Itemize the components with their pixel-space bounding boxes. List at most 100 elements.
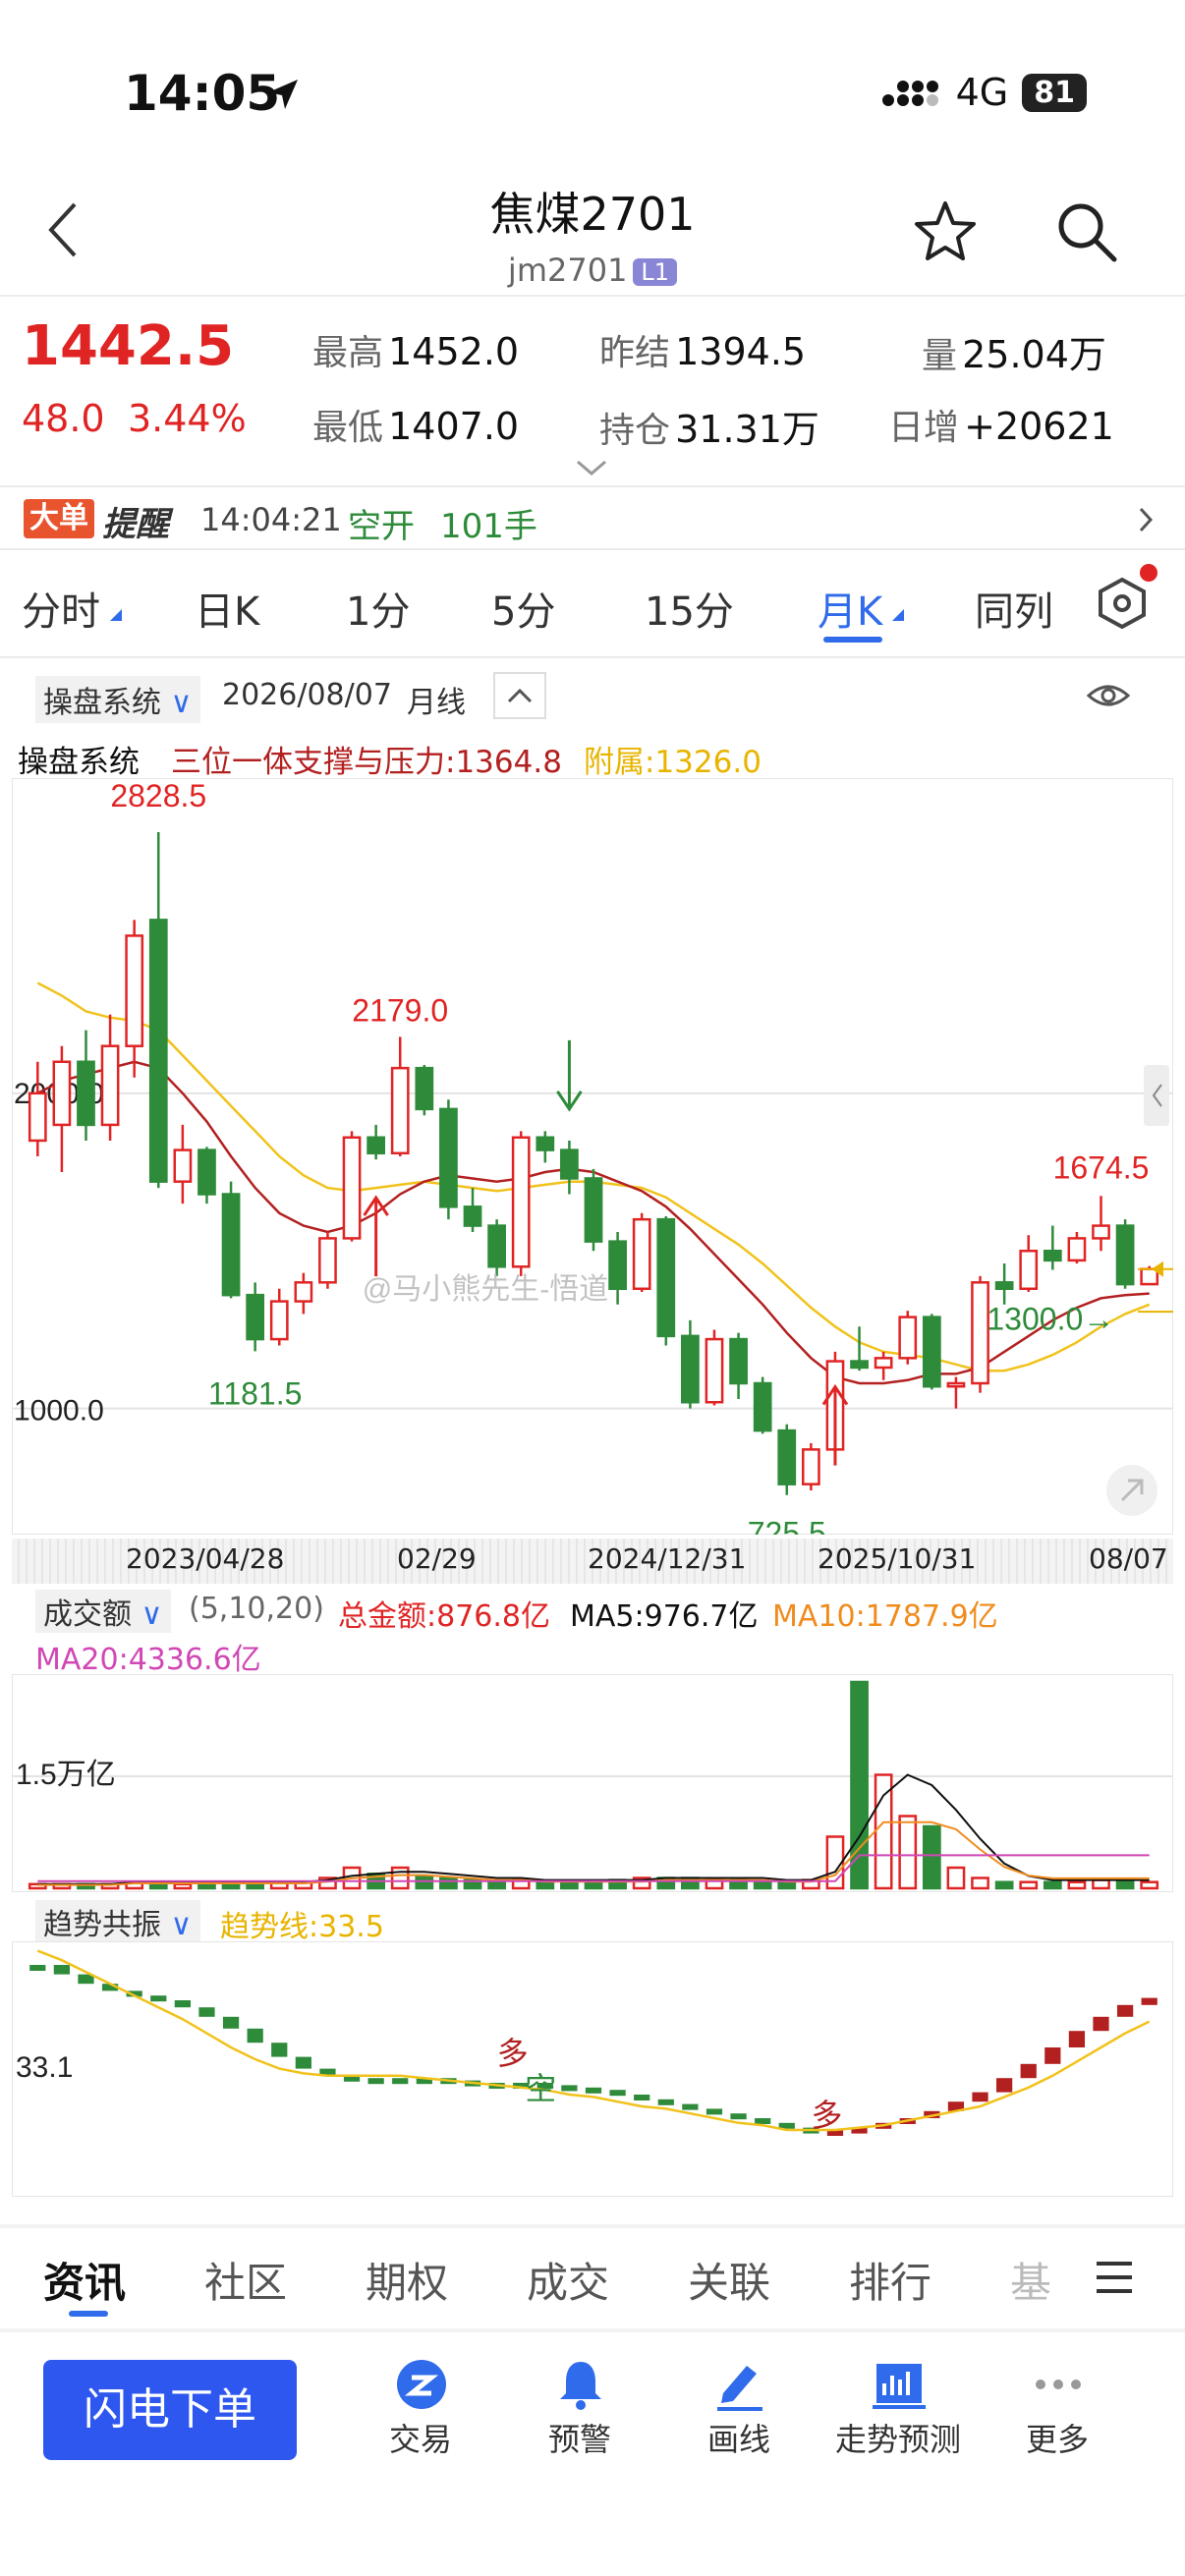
volume-stat: 量 25.04万 [922,324,1106,378]
trend-chart[interactable]: 33.1 多空多 [12,1941,1173,2197]
menu-icon[interactable] [1095,2260,1134,2295]
candle-down [198,1148,216,1196]
more-dots-icon [1036,2380,1081,2389]
volume-bar [584,1880,603,1890]
trend-step-down [198,2007,215,2017]
candle-up [269,1300,289,1341]
alert-button[interactable]: 预警 [501,2358,658,2476]
tab-tonglie[interactable]: 同列 [975,580,1053,637]
low-stat: 最低 1407.0 [312,399,519,450]
volume-bar [1115,1878,1135,1890]
candle-up [1140,1267,1159,1286]
more-button[interactable]: 更多 [979,2358,1136,2476]
candlestick-chart[interactable]: 2000.01000.02828.52179.01181.5725.51674.… [12,778,1173,1535]
volume-chart[interactable]: 1.5万亿 [12,1674,1173,1892]
alert-tag-remind: 提醒 [102,505,169,544]
trend-step-down [609,2090,626,2097]
volume-label: 量 [922,336,958,376]
candle-down [463,1205,482,1227]
tab-15min[interactable]: 15分 [645,580,734,637]
high-value: 1452.0 [388,330,520,373]
trend-step-down [730,2113,747,2120]
alert-action: 空开 [348,507,415,546]
tab-trades[interactable]: 成交 [527,2250,609,2310]
status-time: 14:05 [124,65,281,122]
tab-day-k[interactable]: 日K [195,580,259,637]
collapse-button[interactable] [493,672,546,719]
more-label: 更多 [1025,2421,1089,2458]
news-tab-underline [69,2311,108,2317]
volume-bar [850,1680,869,1890]
expand-chevron-icon[interactable] [574,458,609,477]
candle-down [584,1177,603,1243]
volume-dropdown-icon: ∨ [141,1597,163,1632]
annotation-label: 2828.5 [110,778,206,813]
quick-order-button[interactable]: 闪电下单 [43,2360,297,2460]
volume-bar [246,1882,265,1890]
tab-ranking[interactable]: 排行 [849,2250,931,2310]
candle-down [1043,1250,1062,1262]
alert-lots: 101手 [440,507,537,546]
candle-down [439,1107,458,1208]
candle-down [536,1136,555,1151]
tab-news[interactable]: 资讯 [43,2250,126,2310]
candle-up [1067,1237,1087,1262]
volume-bar [971,1876,989,1890]
tab-fundamentals[interactable]: 基 [1010,2250,1051,2310]
tab-5min[interactable]: 5分 [491,580,555,637]
tab-active-dropdown-icon [892,609,904,621]
search-icon[interactable] [1055,200,1118,263]
volume-total: 总金额:876.8亿 [338,1599,550,1634]
volume-bar [560,1880,579,1890]
prev-settle-value: 1394.5 [675,330,807,373]
alert-more-chevron-icon[interactable] [1136,505,1156,534]
high-stat: 最高 1452.0 [312,324,519,375]
draw-line-button[interactable]: 画线 [660,2358,818,2476]
candle-down [850,1360,869,1370]
trend-step-down [295,2056,311,2069]
settings-hexagon-icon[interactable] [1093,574,1152,633]
volume-bar [1067,1880,1087,1890]
volume-frame [12,1674,1173,1892]
tab-1min[interactable]: 1分 [346,580,410,637]
candle-up [632,1217,651,1290]
star-icon[interactable] [914,200,977,261]
active-tab-underline [823,637,882,643]
daily-increase-value: +20621 [964,405,1114,448]
trend-step-up [1020,2063,1037,2079]
last-price: 1442.5 [22,314,235,378]
candle-up [1019,1250,1039,1290]
volume-bar [198,1882,216,1890]
chart-date: 2026/08/07 [222,678,392,712]
tab-community[interactable]: 社区 [204,2250,287,2310]
trend-step-up [1141,1997,1157,2005]
candle-up [946,1381,966,1388]
candle-down [560,1148,579,1180]
open-interest-stat: 持仓 31.31万 [599,399,819,453]
system-dropdown-icon: ∨ [170,686,193,720]
trend-step-up [1116,2004,1134,2017]
x-label-3: 2025/10/31 [818,1542,977,1575]
tab-month-k[interactable]: 月K [818,580,882,637]
candle-down [246,1293,265,1341]
low-value: 1407.0 [388,405,520,448]
candle-up [173,1148,193,1183]
trend-forecast-button[interactable]: 走势预测 [819,2358,977,2476]
price-change: 48.0 [22,397,105,440]
tab-related[interactable]: 关联 [688,2250,770,2310]
eye-icon[interactable] [1085,678,1132,713]
volume-bar [487,1880,506,1890]
trade-button[interactable]: 交易 [342,2358,499,2476]
trend-step-down [755,2118,771,2124]
trend-mark-short: 空 [525,2071,556,2106]
battery-level: 81 [1022,73,1087,112]
candle-down [77,1060,95,1127]
trend-step-up [1068,2031,1086,2047]
volume-selector[interactable]: 成交额 ∨ [35,1590,171,1633]
system-selector[interactable]: 操盘系统 ∨ [35,676,200,723]
tab-options[interactable]: 期权 [366,2250,448,2310]
trend-selector[interactable]: 趋势共振 ∨ [35,1900,200,1943]
candle-down [367,1136,386,1155]
tab-fenshi[interactable]: 分时 [22,580,100,637]
annotation-label: 1181.5 [208,1375,303,1411]
